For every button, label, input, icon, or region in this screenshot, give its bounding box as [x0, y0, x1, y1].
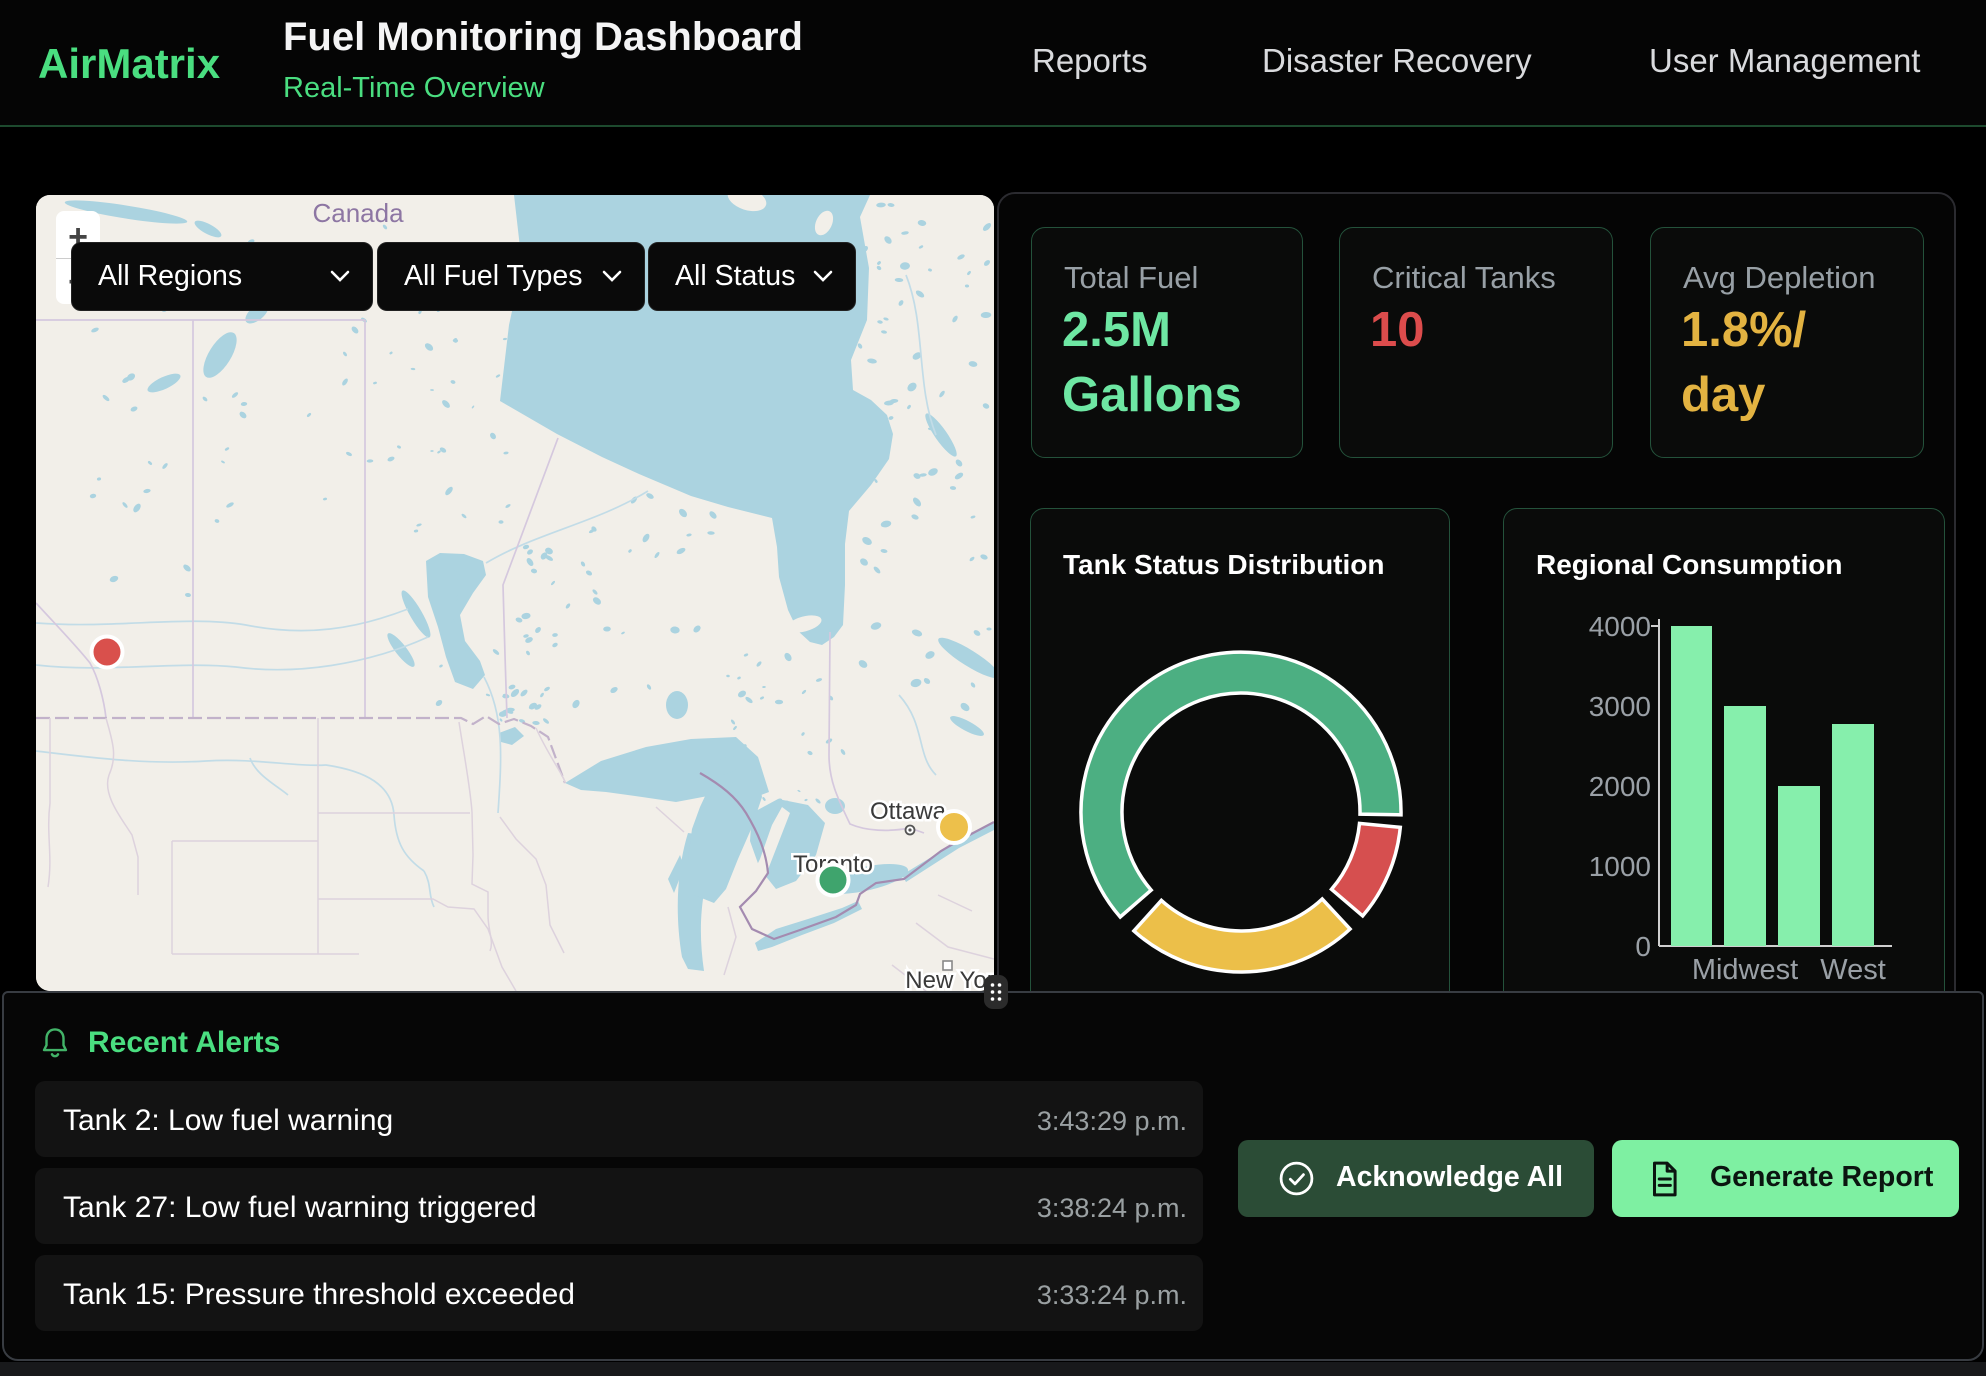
svg-text:4000: 4000 [1589, 611, 1651, 642]
svg-text:1000: 1000 [1589, 851, 1651, 882]
svg-text:2000: 2000 [1589, 771, 1651, 802]
svg-text:3000: 3000 [1589, 691, 1651, 722]
svg-text:New York: New York [905, 967, 994, 991]
svg-text:Midwest: Midwest [1692, 954, 1798, 986]
svg-text:West: West [1820, 954, 1886, 986]
svg-text:0: 0 [1635, 931, 1651, 962]
svg-text:Ottawa: Ottawa [870, 798, 947, 825]
svg-text:Canada: Canada [312, 198, 404, 228]
